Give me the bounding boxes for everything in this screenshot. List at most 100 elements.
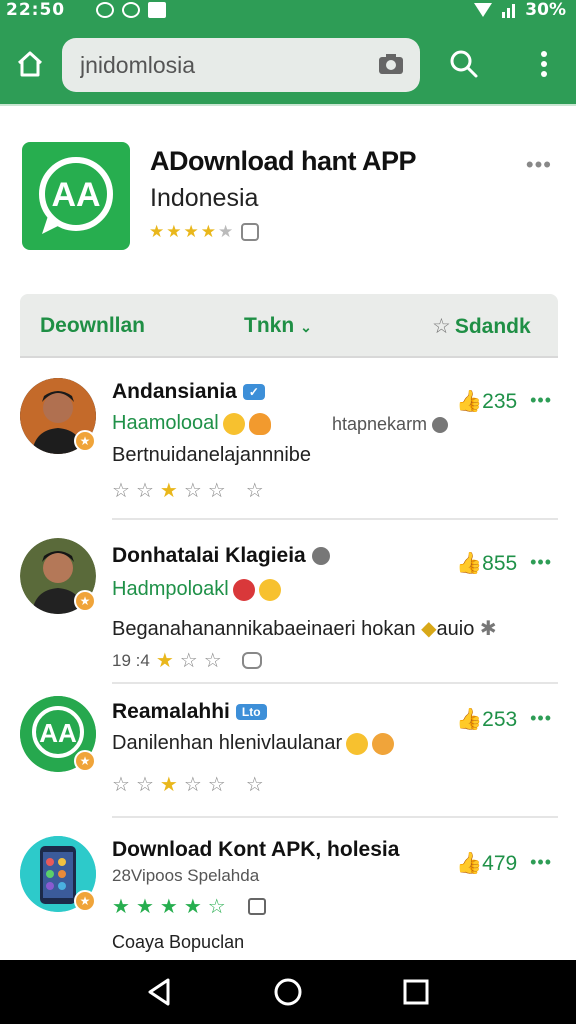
recents-icon[interactable] (398, 974, 434, 1010)
tab-standard[interactable]: ☆ Sdandk (432, 314, 531, 339)
chevron-down-icon: ⌄ (300, 319, 312, 335)
star-icon: ★ (183, 222, 199, 241)
star-badge-icon: ★ (74, 430, 96, 452)
star-empty-icon: ☆ (183, 774, 202, 796)
item-name: Andansiania ✓ (112, 380, 265, 404)
star-icon: ★ (159, 480, 178, 502)
star-empty-icon: ☆ (112, 774, 130, 796)
list-item[interactable]: AA ★ Reamalahhi Lto Danilenhan hlenivlaul… (0, 696, 576, 846)
overflow-menu-button[interactable] (522, 42, 566, 86)
info-badge-icon (241, 223, 260, 241)
fire-emoji-icon (248, 412, 271, 435)
like-count[interactable]: 👍479 (456, 852, 517, 876)
star-empty-icon: ☆ (207, 480, 226, 502)
home-button[interactable] (8, 42, 52, 86)
wifi-icon (474, 3, 493, 17)
thumbs-up-icon: 👍 (456, 552, 483, 575)
tab-trending[interactable]: Tnkn ⌄ (244, 314, 312, 338)
item-rating: ☆ ☆ ★ ☆ ☆ ☆ (112, 478, 264, 503)
item-description: Coaya Bopuclan (112, 932, 245, 952)
item-description: Danilenhan hlenivlaulanar (112, 732, 395, 755)
star-empty-icon: ★ (218, 222, 234, 241)
app-rating: ★ ★ ★ ★ ★ (149, 222, 260, 242)
camera-icon[interactable] (378, 52, 404, 76)
star-half-icon: ☆ (207, 896, 226, 918)
globe-icon (432, 417, 449, 434)
item-more-button[interactable]: ••• (530, 552, 552, 573)
svg-text:AA: AA (51, 176, 100, 214)
star-empty-icon: ☆ (183, 480, 202, 502)
item-more-button[interactable]: ••• (530, 390, 552, 411)
star-empty-icon: ☆ (179, 650, 198, 672)
list-item[interactable]: ★ Donhatalai Klagieia Hadmpoloakl Begana… (0, 534, 576, 684)
notification-status-icon (122, 2, 140, 18)
star-outline-icon: ☆ (432, 315, 451, 338)
star-icon: ★ (135, 896, 154, 918)
divider (112, 816, 558, 818)
star-icon: ★ (200, 222, 216, 241)
tab-bar: Deownllan Tnkn ⌄ ☆ Sdandk (20, 294, 558, 358)
star-badge-icon: ★ (74, 890, 96, 912)
star-badge-icon: ★ (74, 750, 96, 772)
more-vertical-icon (541, 51, 547, 77)
thumbs-up-icon: 👍 (456, 390, 483, 413)
app-title: ADownload hant APP (150, 146, 417, 176)
svg-text:AA: AA (39, 718, 77, 748)
item-more-button[interactable]: ••• (530, 708, 552, 729)
back-icon[interactable] (142, 974, 178, 1010)
wink-emoji-icon (258, 578, 281, 601)
item-meta: htapnekarm (332, 414, 449, 435)
tab-label: Deownllan (40, 314, 146, 337)
like-count[interactable]: 👍235 (456, 390, 517, 414)
star-icon: ★ (166, 222, 182, 241)
tab-label: Tnkn (244, 314, 295, 337)
search-input[interactable] (62, 38, 362, 92)
item-rating: ☆ ☆ ★ ☆ ☆ ☆ (112, 772, 264, 797)
star-empty-icon: ☆ (112, 480, 130, 502)
chat-bubble-logo-icon: AA (39, 157, 113, 234)
tab-label: Sdandk (454, 315, 531, 338)
item-meta-count: 19 :4 (112, 650, 150, 670)
star-empty-icon: ☆ (203, 650, 222, 672)
battery-percent: 30% (525, 0, 566, 20)
app-more-button[interactable]: ••• (526, 152, 552, 178)
star-empty-icon: ☆ (207, 774, 226, 796)
star-icon: ★ (112, 896, 130, 918)
status-time: 22:50 (6, 0, 66, 20)
signal-icon (502, 2, 516, 18)
item-description: Bertnuidanelajannnibe (112, 444, 312, 466)
bee-emoji-icon (372, 732, 395, 755)
item-subtitle: Hadmpoloakl (112, 578, 281, 601)
item-rating: 19 :4 ★ ☆ ☆ (112, 648, 262, 673)
list-item[interactable]: ★ Andansiania ✓ Haamolooal htapnekarm Ber… (0, 372, 576, 522)
devil-emoji-icon (232, 578, 255, 601)
item-meta: 28Vipoos Spelahda (112, 866, 260, 885)
star-icon: ★ (159, 774, 178, 796)
app-header (0, 22, 576, 106)
tab-download[interactable]: Deownllan (40, 314, 145, 338)
item-more-button[interactable]: ••• (530, 852, 552, 873)
star-empty-icon: ☆ (135, 774, 154, 796)
star-icon: ★ (183, 896, 202, 918)
item-subtitle: Haamolooal (112, 412, 271, 435)
divider (112, 518, 558, 520)
like-count[interactable]: 👍253 (456, 708, 517, 732)
star-empty-icon: ☆ (135, 480, 154, 502)
item-name: Reamalahhi Lto (112, 700, 267, 724)
app-icon[interactable]: AA (22, 142, 130, 250)
verified-icon (311, 547, 330, 566)
item-rating: ★ ★ ★ ★ ☆ (112, 894, 266, 919)
system-nav-bar (0, 960, 576, 1024)
thumbs-up-icon: 👍 (456, 708, 483, 731)
gear-icon: ✱ (479, 618, 497, 640)
star-icon: ★ (159, 896, 178, 918)
item-name: Donhatalai Klagieia (112, 544, 330, 568)
smile-emoji-icon (222, 412, 245, 435)
search-button[interactable] (442, 42, 486, 86)
like-count[interactable]: 👍855 (456, 552, 517, 576)
home-nav-icon[interactable] (270, 974, 306, 1010)
verified-tag: ✓ (242, 384, 265, 401)
comment-icon (241, 652, 262, 669)
app-subtitle: Indonesia (150, 184, 259, 212)
message-status-icon (148, 2, 166, 18)
